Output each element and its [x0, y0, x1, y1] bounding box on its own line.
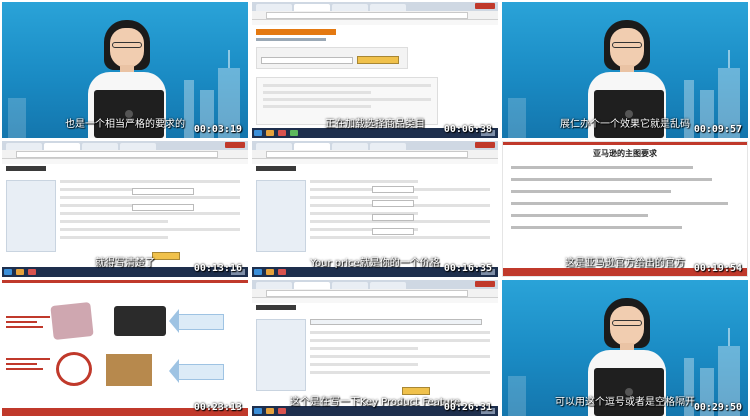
thumbnail-2[interactable]: 正在加载选择商品类目 00:06:38 [252, 2, 498, 138]
timestamp: 00:06:38 [443, 124, 492, 135]
prohibited-icon [56, 352, 92, 386]
thumbnail-1[interactable]: 也是一个相当严格的要求的 00:03:19 [2, 2, 248, 138]
thumbnail-3[interactable]: 展仁办个一个效果它就是乱码 00:09:57 [502, 2, 748, 138]
diagram-scene [2, 280, 248, 416]
form-fields [310, 331, 490, 379]
timestamp: 00:13:16 [193, 263, 242, 274]
thumbnail-7[interactable]: 00:23:13 [2, 280, 248, 416]
laptop [594, 368, 664, 416]
laptop [594, 90, 664, 138]
arrow-left-icon [169, 359, 224, 383]
glasses-icon [612, 320, 642, 326]
slide-title: 亚马逊的主图要求 [593, 149, 657, 158]
web-page [252, 164, 498, 267]
timestamp: 00:03:19 [193, 124, 242, 135]
window-controls [475, 3, 495, 9]
help-panel [256, 180, 306, 252]
page-title [256, 29, 336, 35]
timestamp: 00:23:13 [193, 402, 242, 413]
web-page [2, 164, 248, 267]
browser-tabbar [252, 2, 498, 11]
thumbnail-4[interactable]: 就得写清楚了 00:13:16 [2, 141, 248, 277]
thumbnail-5[interactable]: Your price就是你的一个价格 00:16:35 [252, 141, 498, 277]
thumbnail-9[interactable]: 可以用这个逗号或者是空格隔开 00:29:50 [502, 280, 748, 416]
video-thumbnail-grid: 也是一个相当严格的要求的 00:03:19 正在加载选择商品类目 00:06:3… [0, 0, 750, 420]
timestamp: 00:29:50 [693, 402, 742, 413]
category-search-box [256, 47, 408, 69]
timestamp: 00:19:54 [693, 263, 742, 274]
arrow-left-icon [169, 309, 224, 333]
product-image [114, 306, 166, 336]
timestamp: 00:16:35 [443, 263, 492, 274]
thumbnail-6[interactable]: 亚马逊的主图要求 这是亚马逊官方给出的官方 00:19:54 [502, 141, 748, 277]
thumbnail-8[interactable]: 这个是在写一下Key Product Feature 00:26:31 [252, 280, 498, 416]
help-panel [256, 319, 306, 391]
product-image [106, 354, 152, 386]
product-image [50, 302, 94, 340]
web-page [252, 25, 498, 128]
timestamp: 00:26:31 [443, 402, 492, 413]
glasses-icon [612, 42, 642, 48]
address-bar [252, 11, 498, 20]
web-page [252, 303, 498, 406]
tower-spire [228, 50, 230, 68]
laptop [94, 90, 164, 138]
help-panel [6, 180, 56, 252]
glasses-icon [112, 42, 142, 48]
timestamp: 00:09:57 [693, 124, 742, 135]
slide-bullet-list [511, 166, 739, 238]
page-header [6, 166, 46, 171]
